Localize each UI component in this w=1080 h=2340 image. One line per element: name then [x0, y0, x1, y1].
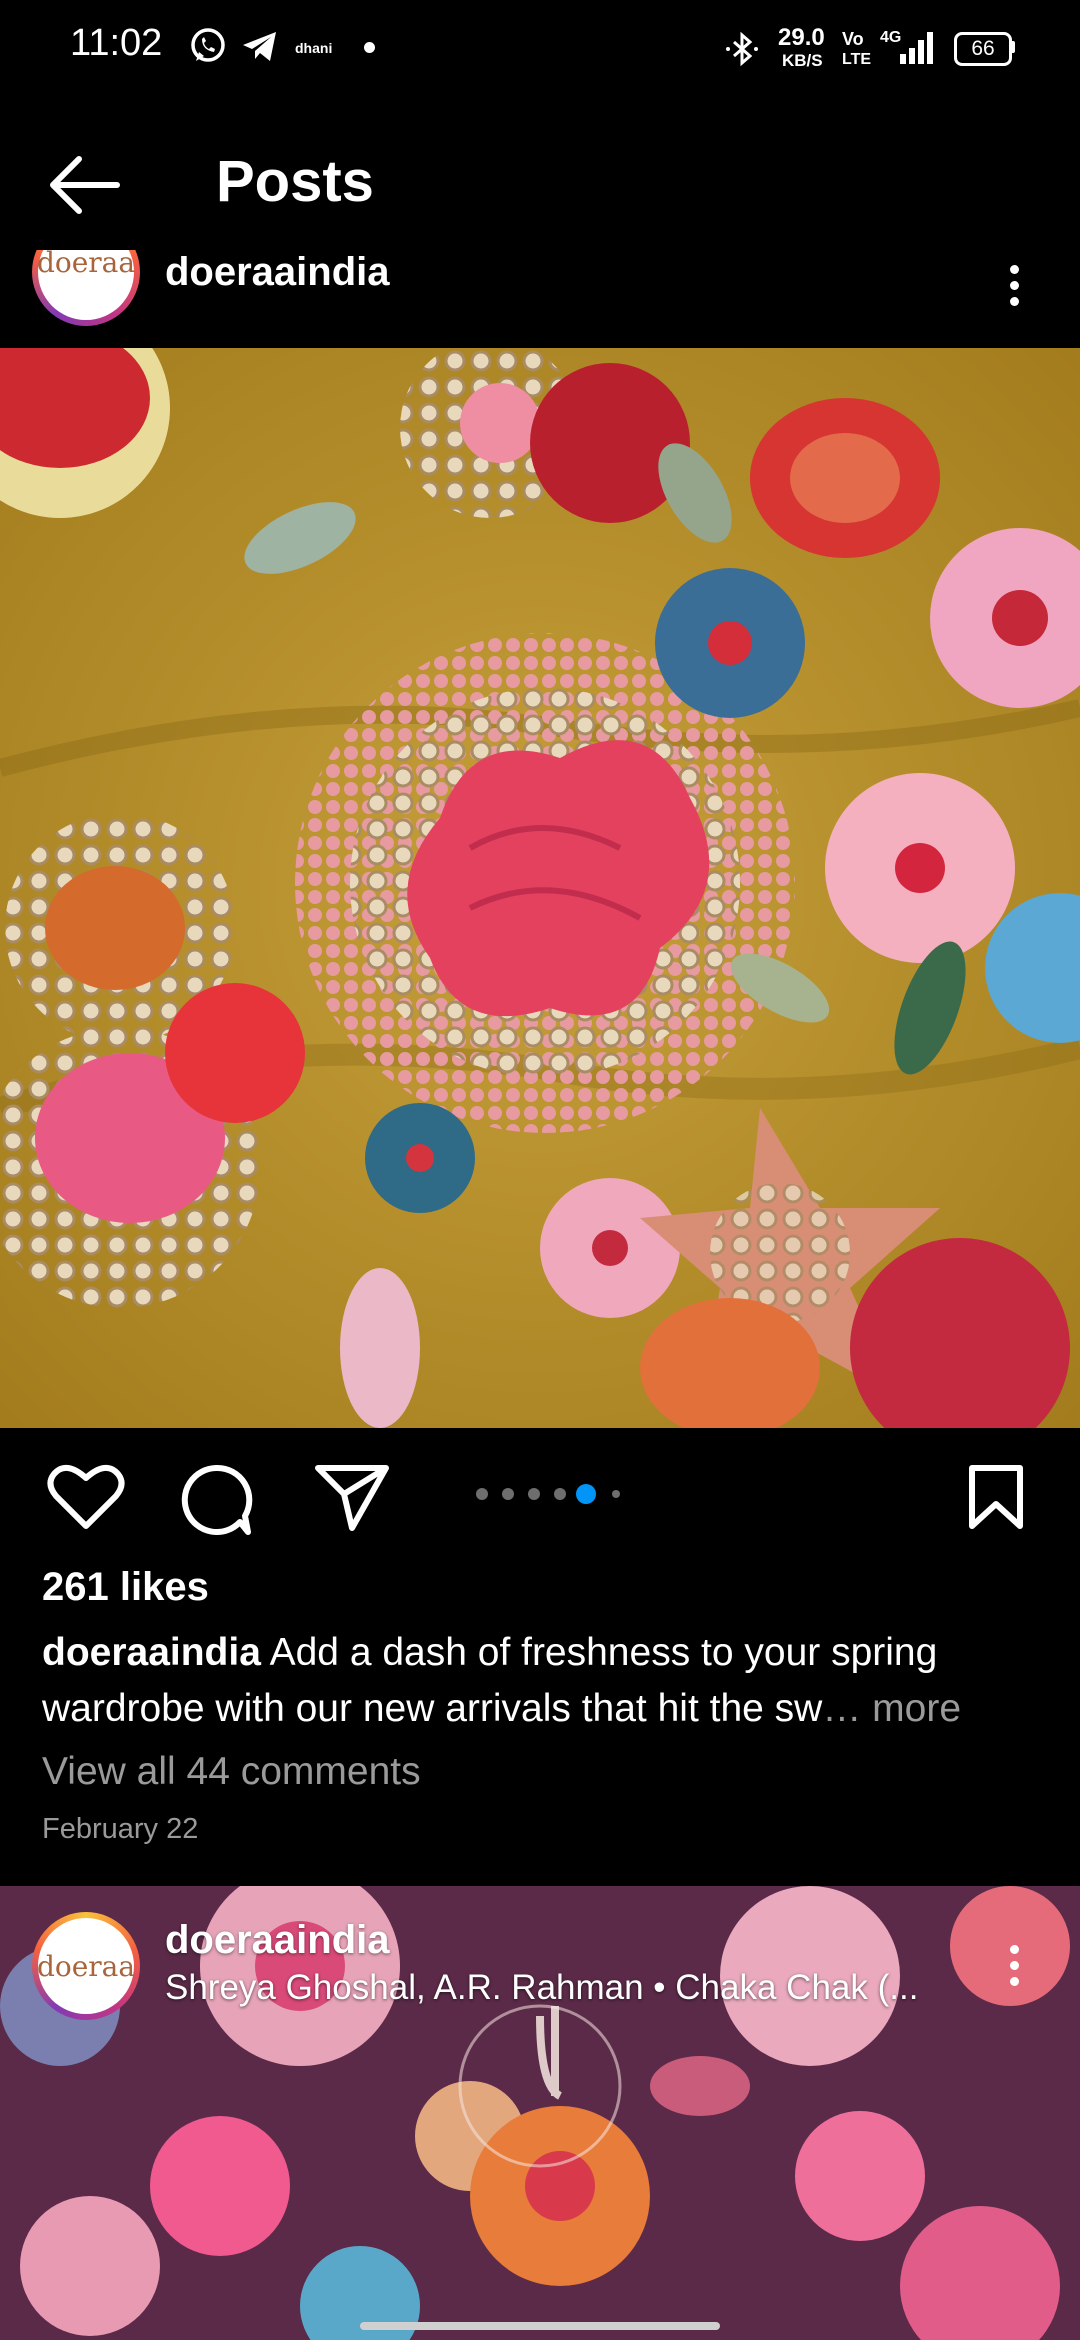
share-icon[interactable]	[314, 1462, 390, 1532]
heart-icon[interactable]	[46, 1462, 126, 1532]
page-title: Posts	[216, 149, 374, 214]
avatar[interactable]: doeraa	[32, 1912, 140, 2020]
post-username[interactable]: doeraaindia	[165, 250, 390, 295]
top-app-bar	[0, 100, 1080, 260]
bluetooth-icon	[726, 31, 758, 67]
arrow-left-icon[interactable]	[45, 150, 125, 220]
carousel-dot	[528, 1488, 540, 1500]
home-indicator[interactable]	[360, 2322, 720, 2330]
dhani-icon: dhani	[295, 40, 333, 56]
battery-icon: 66	[954, 32, 1012, 66]
post-caption[interactable]: doeraaindia Add a dash of freshness to y…	[42, 1625, 1042, 1737]
embroidery-photo	[0, 1886, 1080, 2340]
telegram-icon	[243, 32, 276, 61]
post-audio-label[interactable]: Shreya Ghoshal, A.R. Rahman • Chaka Chak…	[165, 1968, 918, 2008]
post-action-bar	[0, 1430, 1080, 1560]
net-speed-unit: KB/S	[782, 51, 823, 70]
bookmark-icon[interactable]	[966, 1462, 1026, 1532]
carousel-dot	[554, 1488, 566, 1500]
caption-username[interactable]: doeraaindia	[42, 1631, 261, 1674]
carousel-dot	[502, 1488, 514, 1500]
comment-icon[interactable]	[178, 1462, 254, 1538]
volte-bottom: LTE	[842, 51, 872, 68]
caption-more-link[interactable]: … more	[822, 1687, 961, 1730]
likes-count[interactable]: 261 likes	[42, 1565, 209, 1610]
post-image[interactable]	[0, 348, 1080, 1428]
more-options-icon[interactable]	[1010, 265, 1022, 313]
volte-top: Vo	[842, 29, 864, 49]
dot-icon	[364, 42, 375, 53]
avatar-logo: doeraa	[37, 1918, 135, 2014]
post-date: February 22	[42, 1813, 199, 1845]
net-speed-value: 29.0	[778, 24, 825, 51]
next-post-image[interactable]	[0, 1886, 1080, 2340]
post-header	[0, 240, 1080, 348]
signal-icon	[900, 32, 933, 64]
status-time: 11:02	[70, 22, 163, 64]
post-username[interactable]: doeraaindia	[165, 1918, 390, 1963]
battery-tip	[1010, 41, 1015, 53]
carousel-dot-active	[576, 1484, 596, 1504]
more-options-icon[interactable]	[1010, 1945, 1022, 1993]
battery-level: 66	[971, 37, 995, 60]
carousel-dot	[476, 1488, 488, 1500]
whatsapp-icon	[191, 28, 225, 62]
view-comments-link[interactable]: View all 44 comments	[42, 1750, 421, 1794]
embroidery-photo	[0, 348, 1080, 1428]
carousel-dot	[612, 1490, 620, 1498]
